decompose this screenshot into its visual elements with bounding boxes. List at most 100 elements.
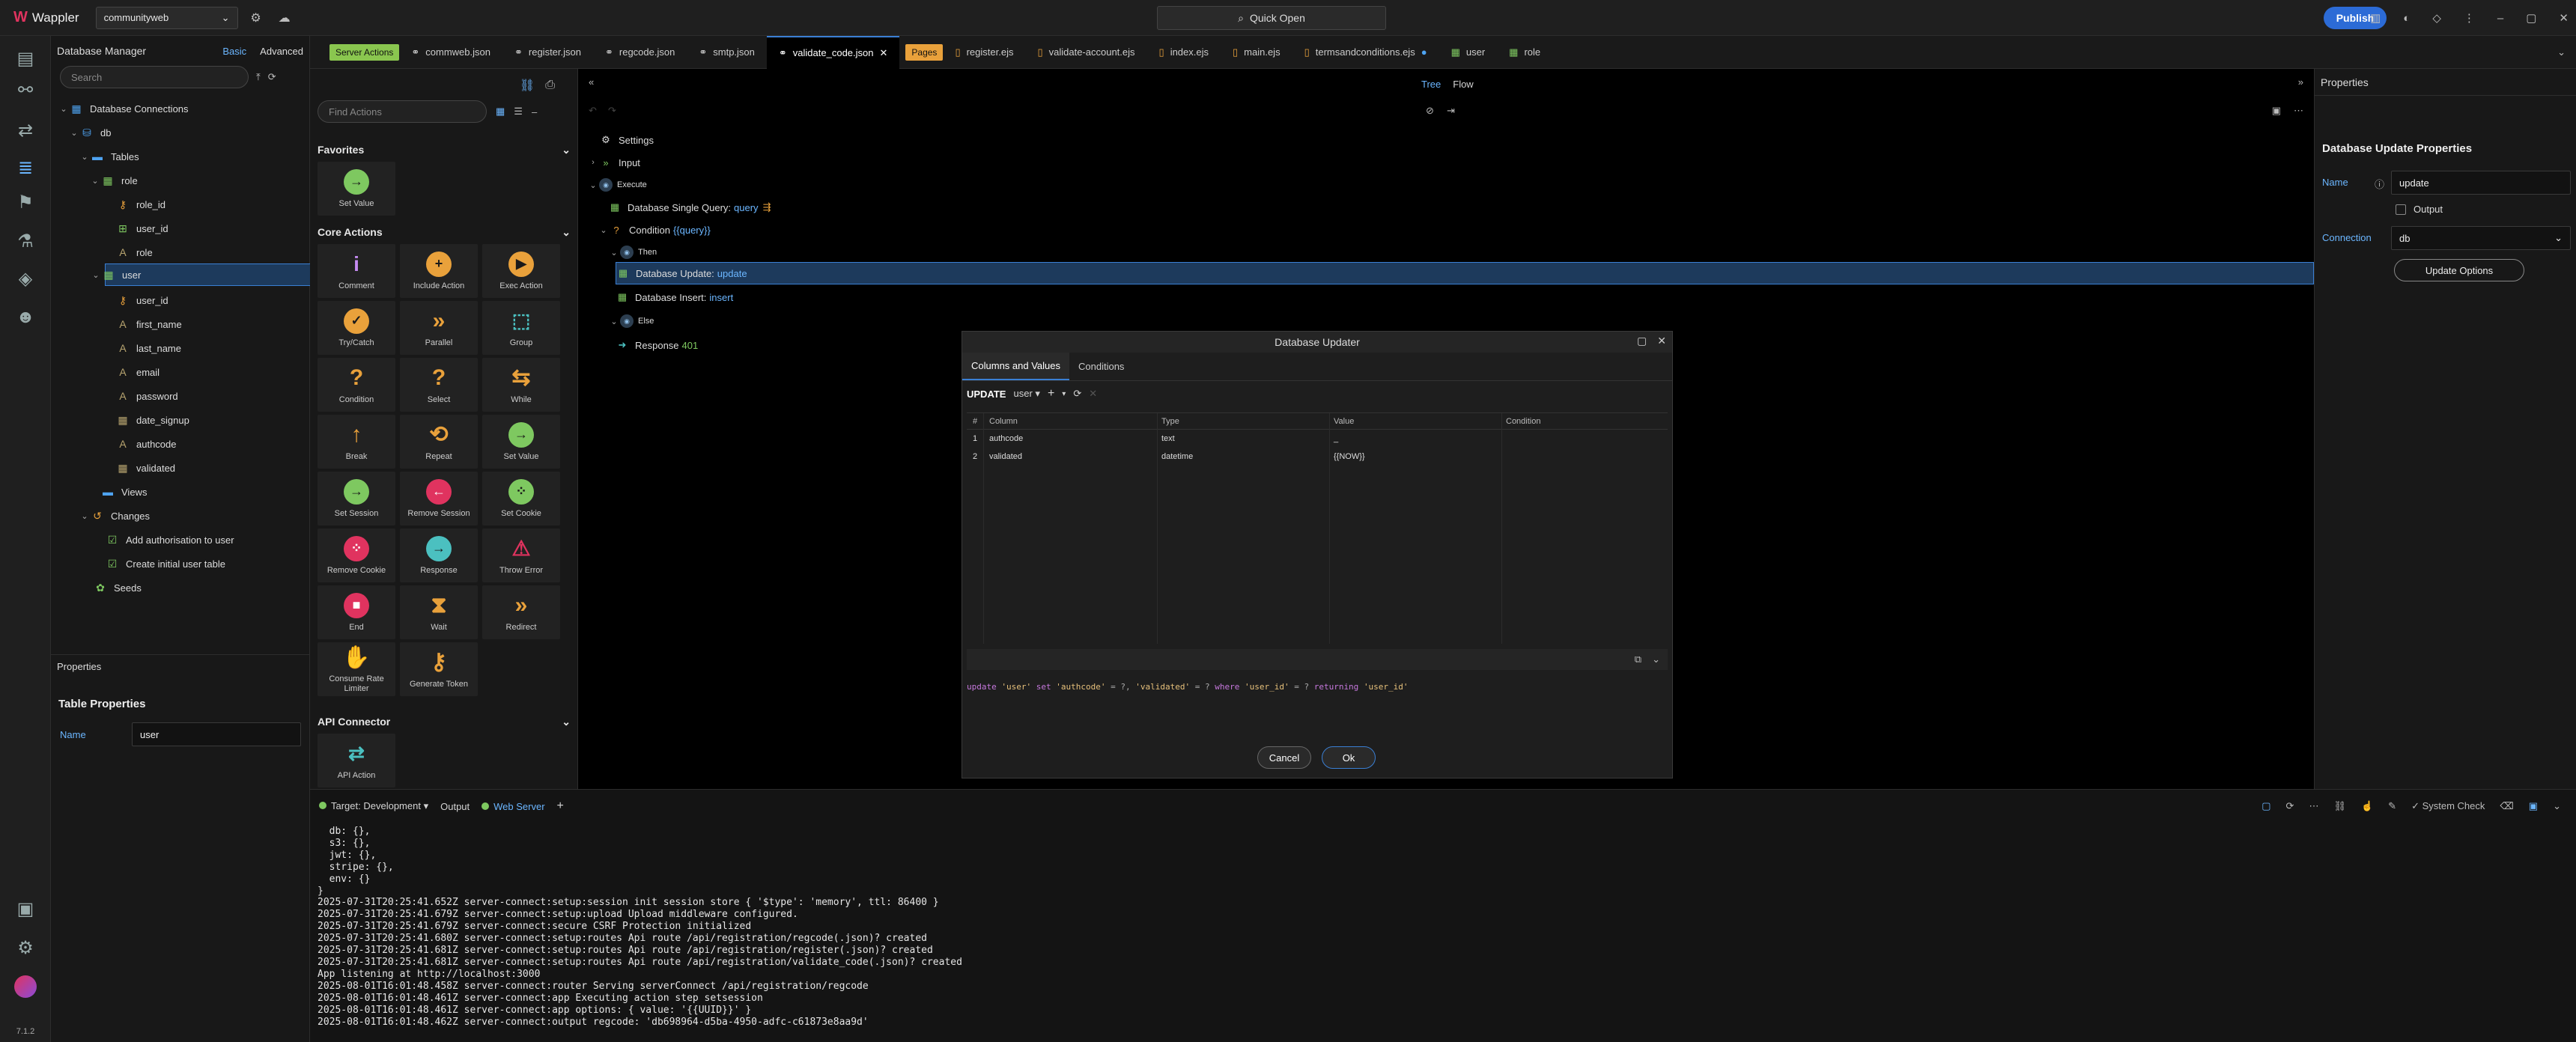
api-connector-header[interactable]: API Connector ⌄	[318, 713, 571, 731]
tab-role-table[interactable]: ▦ role	[1497, 36, 1552, 69]
settings-icon[interactable]: ⚙	[10, 933, 40, 963]
database-icon[interactable]: ≣	[10, 153, 40, 183]
flow-settings[interactable]: ⚙ Settings	[587, 129, 654, 151]
action-comment[interactable]: i Comment	[318, 244, 395, 298]
tab-main[interactable]: ▯ main.ejs	[1221, 36, 1292, 69]
tree-field-user-id[interactable]: ⊞ user_id	[115, 217, 168, 240]
bot-icon[interactable]: ☻	[10, 302, 40, 332]
row-column[interactable]: validated	[983, 452, 1157, 461]
action-set-cookie[interactable]: ⁘ Set Cookie	[482, 472, 560, 525]
chevron-down-icon[interactable]: ⌄	[1652, 653, 1660, 665]
more-horiz-icon[interactable]: ⋯	[2309, 800, 2318, 812]
tree-field-date-signup[interactable]: ▦ date_signup	[115, 409, 189, 431]
tab-web-server[interactable]: Web Server	[482, 801, 545, 812]
flow-icon[interactable]: ⛓	[520, 78, 535, 93]
action-include[interactable]: + Include Action	[400, 244, 478, 298]
action-repeat[interactable]: ⟲ Repeat	[400, 415, 478, 469]
maximize-icon[interactable]: ▢	[1637, 335, 1647, 347]
action-try-catch[interactable]: ✓ Try/Catch	[318, 301, 395, 355]
tab-validate-code[interactable]: ⚭ validate_code.json ✕	[766, 35, 900, 69]
routing-icon[interactable]: ⚑	[10, 187, 40, 217]
action-end[interactable]: ■ End	[318, 585, 395, 639]
tree-field-role-id[interactable]: ⚷ role_id	[115, 193, 165, 216]
action-api[interactable]: ⇄ API Action	[318, 734, 395, 787]
tree-tables[interactable]: ⌄ ▬ Tables	[79, 145, 139, 168]
more-horiz-icon[interactable]: ⋯	[2294, 105, 2303, 117]
maximize-icon[interactable]: ▢	[2526, 11, 2536, 25]
output-checkbox-row[interactable]: Output	[2396, 204, 2443, 215]
close-icon[interactable]: ✕	[1657, 335, 1666, 347]
flow-single-query[interactable]: ▦ Database Single Query: query ⇶	[608, 196, 771, 219]
action-set-value[interactable]: → Set Value	[482, 415, 560, 469]
export-icon[interactable]: ⇥	[1447, 105, 1455, 117]
table-select[interactable]: user ▾	[1013, 388, 1039, 400]
tab-register-ejs[interactable]: ▯ register.ejs	[943, 36, 1025, 69]
refresh-icon[interactable]: ⟳	[268, 71, 276, 83]
tab-validate-account[interactable]: ▯ validate-account.ejs	[1025, 36, 1146, 69]
system-check-button[interactable]: ✓ System Check	[2411, 800, 2485, 812]
more-vert-icon[interactable]: ⋮	[2464, 11, 2475, 25]
quick-open-button[interactable]: ⌕ Quick Open	[1157, 6, 1386, 30]
delete-icon[interactable]: ✕	[1089, 388, 1097, 400]
tree-database-connections[interactable]: ⌄ ▦ Database Connections	[58, 97, 188, 120]
ok-button[interactable]: Ok	[1322, 746, 1376, 769]
tree-field-email[interactable]: A email	[115, 361, 160, 383]
add-terminal-icon[interactable]: +	[557, 799, 564, 813]
tab-regcode[interactable]: ⚭ regcode.json	[593, 36, 687, 69]
redo-icon[interactable]: ↷	[608, 105, 616, 117]
printer-icon[interactable]: ⎙	[545, 79, 555, 92]
action-wait[interactable]: ⧗ Wait	[400, 585, 478, 639]
tab-smtp[interactable]: ⚭ smtp.json	[687, 36, 767, 69]
tree-field-password[interactable]: A password	[115, 385, 177, 407]
tree-views[interactable]: ▬ Views	[90, 481, 147, 503]
chevron-down-icon[interactable]: ⌄	[2553, 800, 2561, 812]
undo-icon[interactable]: ↶	[589, 105, 597, 117]
thumbs-up-icon[interactable]: ☝	[2361, 800, 2373, 812]
action-group[interactable]: ⬚ Group	[482, 301, 560, 355]
pages-icon[interactable]: ▤	[10, 43, 40, 73]
layers-icon[interactable]: ◈	[10, 263, 40, 293]
action-set-session[interactable]: → Set Session	[318, 472, 395, 525]
close-icon[interactable]: ✕	[2559, 11, 2569, 25]
drop-icon[interactable]: ◇	[2432, 11, 2441, 25]
tree-field-validated[interactable]: ▦ validated	[115, 457, 175, 479]
minimize-icon[interactable]: –	[532, 106, 537, 118]
brush-icon[interactable]: ✎	[2388, 800, 2396, 812]
eraser-icon[interactable]: ⌫	[2500, 800, 2513, 812]
favorites-header[interactable]: Favorites ⌄	[318, 141, 571, 159]
table-row[interactable]: 1 authcode text _	[967, 430, 1668, 448]
connection-select[interactable]: db ⌄	[2391, 226, 2571, 250]
cancel-button[interactable]: Cancel	[1257, 746, 1311, 769]
cloud-upload-icon[interactable]: ☁	[274, 7, 295, 28]
caret-down-icon[interactable]: ▾	[1062, 390, 1066, 398]
tab-termsandconditions[interactable]: ▯ termsandconditions.ejs ●	[1292, 36, 1439, 69]
refresh-icon[interactable]: ⟳	[1073, 388, 1081, 400]
action-select[interactable]: ? Select	[400, 358, 478, 412]
list-view-icon[interactable]: ☰	[514, 106, 523, 118]
tree-field-user-id[interactable]: ⚷ user_id	[115, 289, 168, 311]
flow-condition[interactable]: ⌄? Condition {{query}}	[598, 219, 710, 241]
mode-advanced-button[interactable]: Advanced	[260, 46, 303, 57]
image-icon[interactable]: ▣	[2272, 105, 2281, 117]
action-while[interactable]: ⇆ While	[482, 358, 560, 412]
view-tree-button[interactable]: Tree	[1421, 79, 1441, 90]
action-remove-session[interactable]: ← Remove Session	[400, 472, 478, 525]
collapse-right-icon[interactable]: »	[2298, 76, 2303, 88]
tree-changes[interactable]: ⌄ ↺ Changes	[79, 505, 150, 527]
add-column-icon[interactable]: +	[1048, 387, 1054, 400]
row-column[interactable]: authcode	[983, 434, 1157, 443]
action-consume-rate-limiter[interactable]: ✋ Consume Rate Limiter	[318, 642, 395, 696]
flow-else[interactable]: ⌄ ◉ Else	[608, 310, 654, 332]
info-icon[interactable]: ⓘ	[2375, 177, 2384, 191]
tree-seeds[interactable]: ✿ Seeds	[93, 576, 142, 599]
panel-icon[interactable]: ▣	[2529, 800, 2538, 812]
disable-icon[interactable]: ⊘	[1426, 105, 1434, 117]
flow-then[interactable]: ⌄ ◉ Then	[608, 241, 657, 263]
action-set-value-fav[interactable]: → Set Value	[318, 162, 395, 216]
row-type[interactable]: datetime	[1157, 452, 1329, 461]
flow-response[interactable]: ➜ Response 401	[616, 334, 699, 356]
action-break[interactable]: ↑ Break	[318, 415, 395, 469]
tree-db[interactable]: ⌄ ⛁ db	[69, 121, 111, 144]
tree-field-first-name[interactable]: A first_name	[115, 313, 181, 335]
action-condition[interactable]: ? Condition	[318, 358, 395, 412]
